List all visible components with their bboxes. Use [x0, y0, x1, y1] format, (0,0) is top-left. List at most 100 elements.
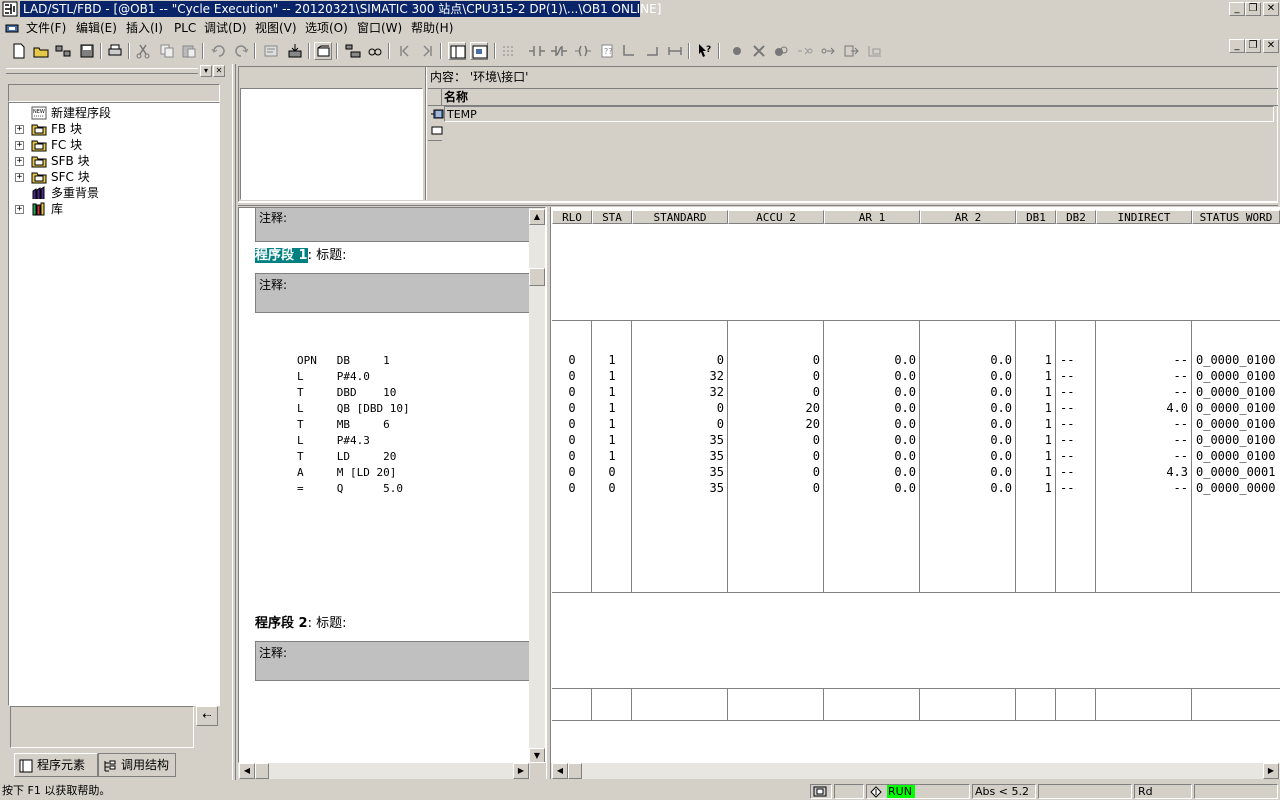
tab-program-elements[interactable]: 程序元素 — [14, 753, 98, 777]
nc-contact-icon[interactable] — [550, 42, 568, 60]
scroll-up-button[interactable]: ▲ — [529, 209, 545, 225]
document-icon[interactable] — [4, 20, 20, 36]
coil-icon[interactable] — [574, 42, 592, 60]
cut-icon[interactable] — [134, 42, 152, 60]
block-comment[interactable]: 注释: — [255, 208, 531, 242]
stl-line[interactable]: L P#4.3 — [297, 433, 370, 449]
panel-grip[interactable] — [6, 68, 198, 74]
network-2-comment[interactable]: 注释: — [255, 641, 531, 681]
set-breakpoint-icon[interactable] — [728, 42, 746, 60]
menu-window[interactable]: 窗口(W) — [357, 20, 402, 36]
code-vertical-scrollbar[interactable]: ▲ ▼ — [529, 208, 545, 762]
expand-icon[interactable]: + — [15, 141, 24, 150]
menu-debug[interactable]: 调试(D) — [204, 20, 247, 36]
expand-icon[interactable]: + — [15, 157, 24, 166]
scroll-right-button[interactable]: ▶ — [1263, 763, 1279, 779]
tree-item-sfb-blocks[interactable]: + SFB 块 — [9, 153, 209, 169]
scroll-thumb[interactable] — [529, 268, 545, 286]
download-icon[interactable] — [286, 42, 304, 60]
menu-file[interactable]: 文件(F) — [26, 20, 66, 36]
scroll-down-button[interactable]: ▼ — [529, 748, 545, 762]
menu-edit[interactable]: 编辑(E) — [76, 20, 117, 36]
tree-item-multi-instance[interactable]: 多重背景 — [9, 185, 209, 201]
menu-view[interactable]: 视图(V) — [255, 20, 297, 36]
horizontal-splitter[interactable] — [238, 202, 1278, 206]
module-info-icon[interactable] — [344, 42, 362, 60]
column-header-ar-2[interactable]: AR 2 — [920, 210, 1016, 224]
scroll-left-button[interactable]: ◀ — [552, 763, 568, 779]
box-icon[interactable]: ?? — [598, 42, 616, 60]
column-header-db2[interactable]: DB2 — [1056, 210, 1096, 224]
stl-line[interactable]: OPN DB 1 — [297, 353, 390, 369]
column-header-rlo[interactable]: RLO — [552, 210, 592, 224]
print-icon[interactable] — [106, 42, 124, 60]
breakpoint-next-icon[interactable] — [418, 42, 436, 60]
network-2-title[interactable]: 程序段 2: 标题: — [255, 615, 347, 633]
insert-element-icon[interactable]: ⇠ — [196, 706, 218, 726]
accessible-nodes-icon[interactable] — [54, 42, 72, 60]
menu-options[interactable]: 选项(O) — [305, 20, 348, 36]
column-header-indirect[interactable]: INDIRECT — [1096, 210, 1192, 224]
new-icon[interactable] — [10, 42, 28, 60]
column-header-ar-1[interactable]: AR 1 — [824, 210, 920, 224]
copy-icon[interactable] — [158, 42, 176, 60]
close-button[interactable]: ✕ — [1263, 2, 1279, 16]
scroll-thumb[interactable] — [255, 763, 269, 779]
next-statement-icon[interactable] — [820, 42, 838, 60]
column-header-standard[interactable]: STANDARD — [632, 210, 728, 224]
restore-button[interactable]: ❐ — [1245, 2, 1261, 16]
interface-column-name[interactable]: 名称 — [444, 89, 468, 105]
menu-insert[interactable]: 插入(I) — [126, 20, 163, 36]
expand-icon[interactable]: + — [15, 205, 24, 214]
execute-call-icon[interactable] — [842, 42, 860, 60]
branch-close-icon[interactable] — [644, 42, 662, 60]
connection-icon[interactable] — [666, 42, 684, 60]
stl-line[interactable]: L P#4.0 — [297, 369, 370, 385]
expand-icon[interactable]: + — [15, 173, 24, 182]
interface-row-temp[interactable]: TEMP — [444, 106, 1274, 122]
code-editor[interactable]: 注释: 程序段 1: 标题: 注释: OPN DB 1 L P#4.0 T DB… — [238, 207, 546, 763]
next-breakpoint-icon[interactable] — [796, 42, 814, 60]
column-header-accu-2[interactable]: ACCU 2 — [728, 210, 824, 224]
network-1-comment[interactable]: 注释: — [255, 273, 531, 313]
object-properties-icon[interactable] — [262, 42, 280, 60]
tab-call-structure[interactable]: 调用结构 — [98, 753, 176, 777]
tree-item-new-network[interactable]: NEW 新建程序段 — [9, 105, 209, 121]
column-header-sta[interactable]: STA — [592, 210, 632, 224]
view-icon[interactable] — [366, 42, 384, 60]
help-pointer-icon[interactable]: ? — [696, 42, 714, 60]
tree-item-fc-blocks[interactable]: + FC 块 — [9, 137, 209, 153]
paste-icon[interactable] — [180, 42, 198, 60]
stl-line[interactable]: T LD 20 — [297, 449, 396, 465]
tree-item-fb-blocks[interactable]: + FB 块 — [9, 121, 209, 137]
redo-icon[interactable] — [232, 42, 250, 60]
tree-item-sfc-blocks[interactable]: + SFC 块 — [9, 169, 209, 185]
breakpoint-prev-icon[interactable] — [396, 42, 414, 60]
menu-plc[interactable]: PLC — [174, 20, 196, 36]
monitor-icon[interactable] — [314, 42, 332, 60]
no-contact-icon[interactable] — [528, 42, 546, 60]
stl-line[interactable]: L QB [DBD 10] — [297, 401, 410, 417]
column-header-status-word[interactable]: STATUS WORD — [1192, 210, 1280, 224]
scroll-left-button[interactable]: ◀ — [239, 763, 255, 779]
panel-close-button[interactable]: ✕ — [213, 65, 225, 77]
breakpoints-active-icon[interactable] — [772, 42, 790, 60]
stl-line[interactable]: = Q 5.0 — [297, 481, 403, 497]
vertical-splitter[interactable] — [232, 64, 236, 780]
details-icon[interactable] — [470, 42, 488, 60]
branch-open-icon[interactable] — [620, 42, 638, 60]
new-network-tool-icon[interactable] — [500, 42, 518, 60]
open-icon[interactable] — [32, 42, 50, 60]
overview-icon[interactable] — [448, 42, 466, 60]
expand-icon[interactable]: + — [15, 125, 24, 134]
new-row-icon[interactable] — [430, 125, 444, 137]
tree-item-library[interactable]: + 库 — [9, 201, 209, 217]
column-header-db1[interactable]: DB1 — [1016, 210, 1056, 224]
breakpoint-bar-icon[interactable] — [866, 42, 884, 60]
status-horizontal-scrollbar[interactable]: ◀ ▶ — [551, 763, 1280, 779]
minimize-button[interactable]: _ — [1229, 2, 1245, 16]
undo-icon[interactable] — [210, 42, 228, 60]
scroll-right-button[interactable]: ▶ — [513, 763, 529, 779]
save-icon[interactable] — [78, 42, 96, 60]
app-icon[interactable] — [2, 1, 18, 17]
